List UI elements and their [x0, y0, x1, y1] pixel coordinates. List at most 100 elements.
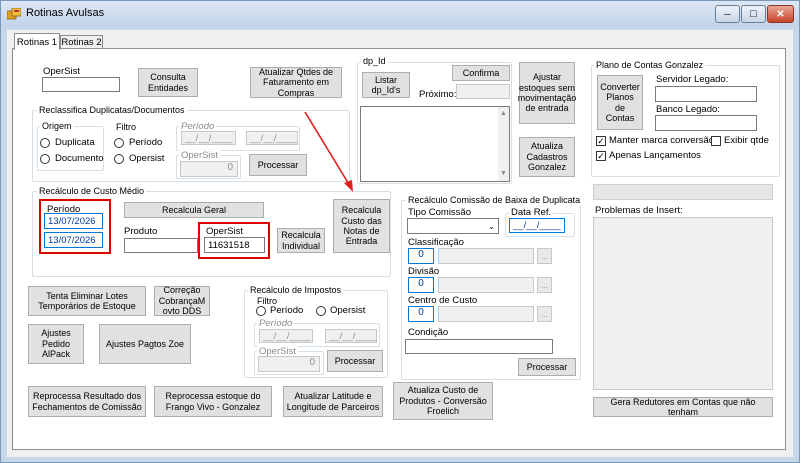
data-ref-input[interactable]: __/__/____	[509, 218, 565, 233]
dp-id-scrollbar[interactable]: ▲ ▼	[498, 107, 509, 181]
origem-title: Origem	[40, 121, 74, 131]
classificacao-code-input[interactable]: 0	[408, 248, 434, 264]
window-title: Rotinas Avulsas	[26, 7, 105, 19]
apenas-lancamentos-label: Apenas Lançamentos	[609, 150, 701, 161]
impostos-processar-button[interactable]: Processar	[327, 350, 383, 372]
servidor-legado-label: Servidor Legado:	[656, 74, 729, 85]
problemas-insert-label: Problemas de Insert:	[595, 205, 683, 216]
reclassifica-processar-button[interactable]: Processar	[249, 154, 307, 176]
impostos-date-to[interactable]: __/__/____	[325, 329, 377, 343]
produto-input[interactable]	[124, 238, 198, 253]
filtro-label: Filtro	[116, 122, 136, 132]
impostos-periodo-label: Período	[257, 318, 295, 329]
gera-redutores-button[interactable]: Gera Redutores em Contas que não tenham	[593, 397, 773, 417]
tab-rotinas-1[interactable]: Rotinas 1	[14, 33, 60, 50]
recalcula-geral-button[interactable]: Recalcula Geral	[124, 202, 264, 218]
app-icon	[6, 7, 22, 20]
tab-label: Rotinas 1	[16, 36, 58, 48]
divisao-code-input[interactable]: 0	[408, 277, 434, 293]
opersist-label: OperSist	[43, 66, 80, 77]
confirma-button[interactable]: Confirma	[452, 65, 510, 81]
classificacao-lookup-button[interactable]: ...	[537, 248, 552, 264]
centro-custo-code-input[interactable]: 0	[408, 306, 434, 322]
conversao-progress-bar	[593, 184, 773, 200]
impostos-opersist-radio[interactable]	[316, 306, 326, 316]
divisao-label: Divisão	[408, 266, 440, 277]
dp-id-textarea[interactable]	[360, 106, 510, 182]
tab-rotinas-2[interactable]: Rotinas 2	[60, 35, 103, 49]
close-button[interactable]: ✕	[767, 5, 794, 23]
divisao-lookup-button[interactable]: ...	[537, 277, 552, 293]
atualiza-cadastros-button[interactable]: Atualiza Cadastros Gonzalez	[519, 137, 575, 177]
impostos-opersist-input[interactable]: 0	[258, 356, 320, 372]
centro-custo-lookup-button[interactable]: ...	[537, 306, 552, 322]
proximo-input[interactable]	[456, 84, 510, 99]
correcao-cobranca-button[interactable]: Correção CobrançaM ovto DDS	[154, 285, 210, 316]
ajustes-pagtos-button[interactable]: Ajustes Pagtos Zoe	[99, 324, 191, 364]
reclassifica-date-from[interactable]: __/__/____	[181, 131, 236, 145]
origem-duplicata-radio[interactable]	[40, 138, 50, 148]
atualizar-qtdes-button[interactable]: Atualizar Qtdes de Faturamento em Compra…	[250, 67, 342, 98]
condicao-input[interactable]	[405, 339, 553, 354]
comissao-processar-button[interactable]: Processar	[518, 358, 576, 376]
ajustar-estoques-button[interactable]: Ajustar estoques sem movimentação de ent…	[518, 62, 576, 124]
filtro-opersist-radio[interactable]	[114, 154, 124, 164]
custo-opersist-label: OperSist	[206, 226, 243, 237]
tipo-comissao-select[interactable]: ⌄	[407, 218, 499, 234]
data-ref-label: Data Ref.	[509, 207, 554, 218]
reclassifica-date-to[interactable]: __/__/____	[246, 131, 298, 145]
impostos-periodo-radio[interactable]	[256, 306, 266, 316]
opersist-input[interactable]	[42, 77, 120, 92]
servidor-legado-input[interactable]	[655, 86, 757, 102]
converter-planos-button[interactable]: Converter Planos de Contas	[597, 75, 643, 130]
maximize-button[interactable]: □	[741, 5, 766, 23]
manter-marca-label: Manter marca conversão	[609, 135, 715, 146]
annotation-arrow-icon	[304, 111, 353, 192]
recalcula-individual-button[interactable]: Recalcula Individual	[277, 228, 325, 253]
listar-dp-id-button[interactable]: Listar dp_Id's	[362, 72, 410, 98]
custo-date-to[interactable]: 13/07/2026	[44, 232, 103, 248]
problemas-insert-textarea[interactable]	[593, 217, 773, 390]
impostos-date-from[interactable]: __/__/____	[259, 329, 313, 343]
exibir-qtde-label: Exibir qtde	[724, 135, 769, 146]
custo-opersist-input[interactable]: 11631518	[204, 237, 265, 253]
tab-label: Rotinas 2	[61, 37, 102, 48]
atualiza-custo-produtos-button[interactable]: Atualiza Custo de Produtos - Conversão F…	[393, 382, 493, 420]
apenas-lancamentos-checkbox[interactable]: ✓	[596, 151, 606, 161]
centro-custo-label: Centro de Custo	[408, 295, 478, 306]
atualizar-latitude-button[interactable]: Atualizar Latitude e Longitude de Parcei…	[283, 386, 383, 417]
title-bar	[1, 1, 799, 27]
ajustes-pedido-button[interactable]: Ajustes Pedido AlPack	[28, 324, 84, 364]
recalculo-comissao-title: Recálculo Comissão de Baixa de Duplicata	[406, 195, 583, 205]
scroll-down-icon[interactable]: ▼	[500, 170, 507, 177]
origem-documento-radio[interactable]	[40, 154, 50, 164]
reprocessa-resultado-button[interactable]: Reprocessa Resultado dos Fechamentos de …	[28, 386, 146, 417]
manter-marca-checkbox[interactable]: ✓	[596, 136, 606, 146]
reclassifica-title: Reclassifica Duplicatas/Documentos	[37, 105, 187, 115]
divisao-desc-input	[438, 277, 534, 293]
classificacao-desc-input	[438, 248, 534, 264]
classificacao-label: Classificação	[408, 237, 464, 248]
tipo-comissao-label: Tipo Comissão	[408, 207, 472, 218]
recalcula-custo-notas-button[interactable]: Recalcula Custo das Notas de Entrada	[333, 199, 390, 253]
centro-custo-desc-input	[438, 306, 534, 322]
produto-label: Produto	[124, 226, 158, 237]
reprocessa-estoque-button[interactable]: Reprocessa estoque do Frango Vivo - Gonz…	[154, 386, 272, 417]
banco-legado-label: Banco Legado:	[656, 104, 720, 115]
minimize-button[interactable]: ─	[715, 5, 740, 23]
minimize-icon: ─	[724, 9, 731, 19]
consulta-entidades-button[interactable]: Consulta Entidades	[138, 68, 198, 97]
maximize-icon: □	[750, 8, 757, 20]
plano-contas-title: Plano de Contas Gonzalez	[594, 60, 706, 70]
reclassifica-opersist-input[interactable]: 0	[180, 161, 238, 177]
impostos-periodo-option: Período	[270, 305, 304, 316]
banco-legado-input[interactable]	[655, 115, 757, 131]
scroll-up-icon[interactable]: ▲	[500, 110, 507, 117]
close-icon: ✕	[776, 8, 785, 20]
origem-duplicata-label: Duplicata	[55, 137, 95, 148]
tenta-eliminar-lotes-button[interactable]: Tenta Eliminar Lotes Temporários de Esto…	[28, 286, 146, 316]
exibir-qtde-checkbox[interactable]	[711, 136, 721, 146]
filtro-periodo-radio[interactable]	[114, 138, 124, 148]
custo-date-from[interactable]: 13/07/2026	[44, 213, 103, 229]
reclassifica-opersist-label: OperSist	[179, 150, 220, 161]
